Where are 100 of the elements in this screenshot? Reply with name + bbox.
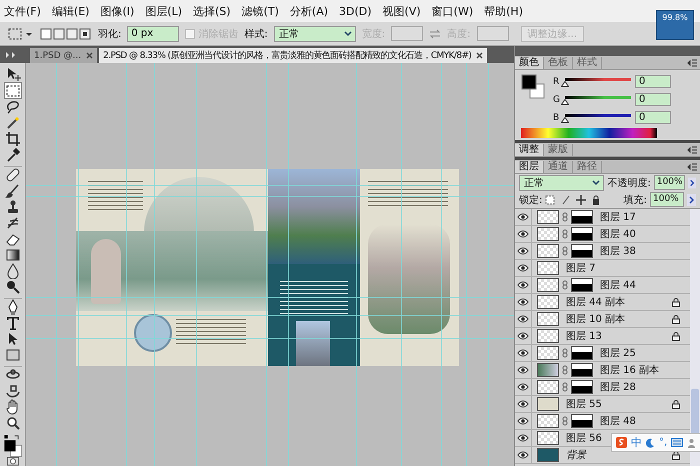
eye-icon[interactable] <box>517 281 529 289</box>
input-mode-toggle[interactable]: 中 <box>631 435 642 450</box>
layer-row[interactable]: 图层 16 副本 <box>515 362 690 379</box>
slider-thumb[interactable] <box>561 98 569 104</box>
chain-link-icon[interactable] <box>562 416 568 426</box>
orbit3d-tool-icon[interactable] <box>4 383 22 399</box>
eye-icon[interactable] <box>517 366 529 374</box>
marquee-tool-icon[interactable] <box>4 82 22 99</box>
eye-icon[interactable] <box>517 417 529 425</box>
menu-item[interactable]: 选择(S) <box>193 4 231 18</box>
eye-icon[interactable] <box>517 451 529 459</box>
caret-icon[interactable] <box>591 178 602 188</box>
feather-input[interactable]: 0 px <box>127 26 180 42</box>
panel-tab[interactable]: 颜色 <box>515 57 544 69</box>
eye-icon[interactable] <box>517 349 529 357</box>
menu-item[interactable]: 3D(D) <box>339 4 372 18</box>
quick-mask-icon[interactable] <box>6 457 20 466</box>
menu-item[interactable]: 编辑(E) <box>52 4 90 18</box>
gradient-tool-icon[interactable] <box>4 247 22 263</box>
layer-row[interactable]: 图层 48 <box>515 413 690 430</box>
shape-tool-icon[interactable] <box>4 347 22 363</box>
eye-icon[interactable] <box>517 315 529 323</box>
layer-row[interactable]: 图层 10 副本 <box>515 311 690 328</box>
channel-slider-track[interactable] <box>565 114 631 116</box>
channel-value[interactable]: 0 <box>635 93 671 106</box>
arrow-icon[interactable] <box>688 176 696 188</box>
slider-thumb[interactable] <box>561 116 569 122</box>
eye-icon[interactable] <box>517 213 529 221</box>
menu-item[interactable]: 图像(I) <box>100 4 134 18</box>
pen-tool-icon[interactable] <box>4 298 22 315</box>
layer-row[interactable]: 图层 28 <box>515 379 690 396</box>
layer-row[interactable]: 图层 44 <box>515 277 690 294</box>
document-tab[interactable]: 1.PSD @... <box>30 48 98 63</box>
chain-link-icon[interactable] <box>562 382 568 392</box>
close-icon[interactable] <box>86 52 94 59</box>
close-icon[interactable] <box>476 52 484 59</box>
marquee-tool-icon[interactable] <box>8 26 34 40</box>
chain-link-icon[interactable] <box>562 280 568 290</box>
panel-tab[interactable]: 调整 <box>515 144 544 156</box>
color-spectrum-bar[interactable] <box>521 128 657 138</box>
height-input[interactable] <box>476 26 508 41</box>
chain-link-icon[interactable] <box>562 212 568 222</box>
keyboard-icon[interactable] <box>671 438 684 447</box>
color-swatches-icon[interactable] <box>521 74 545 100</box>
panel-menu-icon[interactable] <box>687 146 697 154</box>
person-icon[interactable] <box>687 438 696 448</box>
layer-row[interactable]: 图层 17 <box>515 209 690 226</box>
eye-icon[interactable] <box>517 400 529 408</box>
layer-row[interactable]: 图层 13 <box>515 328 690 345</box>
chain-link-icon[interactable] <box>562 246 568 256</box>
punctuation-toggle[interactable]: °, <box>659 437 668 448</box>
layer-row[interactable]: 图层 55 <box>515 396 690 413</box>
eye-icon[interactable] <box>517 434 529 442</box>
eye-icon[interactable] <box>517 264 529 272</box>
layer-row[interactable]: 图层 38 <box>515 243 690 260</box>
panel-tab[interactable]: 路径 <box>573 161 602 173</box>
channel-value[interactable]: 0 <box>635 111 671 124</box>
menu-item[interactable]: 图层(L) <box>145 4 182 18</box>
panel-tab[interactable]: 色板 <box>544 57 573 69</box>
eye-icon[interactable] <box>517 383 529 391</box>
menu-item[interactable]: 滤镜(T) <box>242 4 279 18</box>
channel-value[interactable]: 0 <box>635 75 671 88</box>
menu-item[interactable]: 窗口(W) <box>432 4 474 18</box>
scrollbar[interactable] <box>690 209 700 466</box>
document-tab[interactable]: 2.PSD @ 8.33% (原创亚洲当代设计的风格，富贵淡雅的黄色面砖搭配精致的文化石造，CMYK/8#) <box>99 48 488 63</box>
menu-item[interactable]: 帮助(H) <box>484 4 523 18</box>
layer-row[interactable]: 图层 44 副本 <box>515 294 690 311</box>
caret-icon[interactable] <box>342 28 353 38</box>
width-input[interactable] <box>391 26 424 41</box>
style-dropdown[interactable]: 正常 <box>274 26 356 42</box>
panel-tab[interactable]: 图层 <box>515 161 544 173</box>
panel-tab[interactable]: 通道 <box>544 161 573 173</box>
selection-mode-icons[interactable] <box>40 26 92 40</box>
layer-row[interactable]: 图层 40 <box>515 226 690 243</box>
opacity-input[interactable]: 100% <box>654 175 685 190</box>
fill-input[interactable]: 100% <box>650 192 684 207</box>
eye-icon[interactable] <box>517 230 529 238</box>
menu-item[interactable]: 视图(V) <box>382 4 421 18</box>
eye-icon[interactable] <box>517 298 529 306</box>
panel-menu-icon[interactable] <box>687 163 697 171</box>
layer-row[interactable]: 图层 7 <box>515 260 690 277</box>
slider-thumb[interactable] <box>561 80 569 86</box>
layer-row[interactable]: 图层 25 <box>515 345 690 362</box>
channel-slider-track[interactable] <box>565 78 631 80</box>
blend-mode-dropdown[interactable]: 正常 <box>519 174 604 190</box>
input-method-logo-icon[interactable] <box>616 437 627 448</box>
moon-icon[interactable] <box>646 438 655 448</box>
panel-tab[interactable]: 蒙版 <box>544 144 573 156</box>
eye-icon[interactable] <box>517 247 529 255</box>
menu-item[interactable]: 文件(F) <box>4 4 41 18</box>
panel-tab[interactable]: 样式 <box>573 57 602 69</box>
crop-tool-icon[interactable] <box>4 131 22 147</box>
chain-link-icon[interactable] <box>562 348 568 358</box>
menu-item[interactable]: 分析(A) <box>290 4 328 18</box>
arrow-icon[interactable] <box>687 194 696 206</box>
brush-tool-icon[interactable] <box>4 183 22 199</box>
channel-slider-track[interactable] <box>565 96 631 98</box>
chain-link-icon[interactable] <box>562 229 568 239</box>
chain-link-icon[interactable] <box>562 365 568 375</box>
eye-icon[interactable] <box>517 332 529 340</box>
